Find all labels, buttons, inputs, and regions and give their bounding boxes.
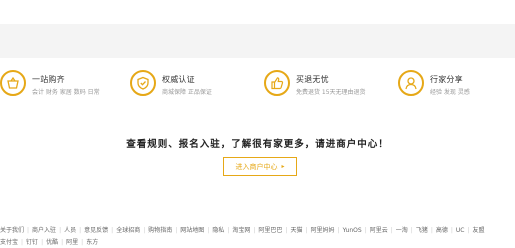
footer-link[interactable]: UC <box>456 227 465 234</box>
footer-link[interactable]: 天猫 <box>290 227 302 234</box>
arrow-right-icon: ▸ <box>281 163 285 170</box>
footer-link[interactable]: 全球招商 <box>116 227 140 234</box>
link-separator: | <box>143 227 146 234</box>
footer-link[interactable]: 钉钉 <box>26 239 38 246</box>
link-separator: | <box>59 227 62 234</box>
link-separator: | <box>430 227 433 234</box>
top-white-strip <box>0 0 515 24</box>
footer-link[interactable]: 支付宝 <box>0 239 18 246</box>
footer-link[interactable]: 高德 <box>436 227 448 234</box>
expert-icon <box>398 70 424 96</box>
shield-icon <box>130 70 156 96</box>
footer-link[interactable]: 商户入驻 <box>32 227 56 234</box>
footer-link[interactable]: 关于我们 <box>0 227 24 234</box>
thumbs-up-icon <box>264 70 290 96</box>
feature-title: 买退无忧 <box>296 75 329 84</box>
feature-subtitle: 商城保障 正品保证 <box>162 89 212 96</box>
footer-link[interactable]: 意见反馈 <box>84 227 108 234</box>
feature-subtitle: 经验 发现 灵感 <box>430 89 470 96</box>
link-separator: | <box>207 227 210 234</box>
footer-link[interactable]: 人员 <box>64 227 76 234</box>
link-separator: | <box>450 227 453 234</box>
link-separator: | <box>81 239 84 246</box>
footer-links-row-1: 关于我们 | 商户入驻 | 人员 | 意见反馈 | 全球招商 | 购物指南 | 网站地图 | 隐私 | 淘宝网 |… <box>0 226 485 235</box>
link-separator: | <box>21 239 24 246</box>
link-separator: | <box>111 227 114 234</box>
footer-link[interactable]: YunOS <box>343 227 362 234</box>
link-separator: | <box>79 227 82 234</box>
link-separator: | <box>305 227 308 234</box>
link-separator: | <box>410 227 413 234</box>
link-separator: | <box>253 227 256 234</box>
footer-link[interactable]: 购物指南 <box>148 227 172 234</box>
footer-link[interactable]: 阿里 <box>66 239 78 246</box>
footer-link[interactable]: 一淘 <box>396 227 408 234</box>
link-separator: | <box>285 227 288 234</box>
merchant-button-label: 进入商户中心 <box>235 162 278 171</box>
link-separator: | <box>41 239 44 246</box>
footer-link[interactable]: 东方 <box>86 239 98 246</box>
footer-link[interactable]: 阿里巴巴 <box>258 227 282 234</box>
feature-title: 权威认证 <box>162 75 195 84</box>
link-separator: | <box>61 239 64 246</box>
link-separator: | <box>467 227 470 234</box>
footer-link[interactable]: 网站地图 <box>180 227 204 234</box>
footer-link[interactable]: 飞猪 <box>416 227 428 234</box>
feature-subtitle: 会计 财务 家居 数码 日常 <box>32 89 100 96</box>
footer-link[interactable]: 阿里妈妈 <box>311 227 335 234</box>
feature-title: 行家分享 <box>430 75 463 84</box>
merchant-slogan: 查看规则、报名入驻，了解很有家更多，请进商户中心！ <box>126 139 389 150</box>
features-row: 一站购齐 会计 财务 家居 数码 日常 权威认证 商城保障 正品保证 买退无忧 … <box>0 64 515 108</box>
footer-link[interactable]: 优酷 <box>46 239 58 246</box>
enter-merchant-center-button[interactable]: 进入商户中心 ▸ <box>223 157 297 176</box>
footer-link[interactable]: 阿里云 <box>370 227 388 234</box>
footer-links-row-2: 支付宝 | 钉钉 | 优酷 | 阿里 | 东方 <box>0 238 98 247</box>
footer-link[interactable]: 淘宝网 <box>232 227 250 234</box>
link-separator: | <box>364 227 367 234</box>
footer-link[interactable]: 友盟 <box>473 227 485 234</box>
basket-icon <box>0 70 26 96</box>
footer-link[interactable]: 隐私 <box>212 227 224 234</box>
feature-subtitle: 免费退货 15天无理由退货 <box>296 89 366 96</box>
top-gray-band <box>0 24 515 58</box>
feature-title: 一站购齐 <box>32 75 65 84</box>
link-separator: | <box>390 227 393 234</box>
link-separator: | <box>175 227 178 234</box>
link-separator: | <box>227 227 230 234</box>
link-separator: | <box>27 227 30 234</box>
link-separator: | <box>337 227 340 234</box>
